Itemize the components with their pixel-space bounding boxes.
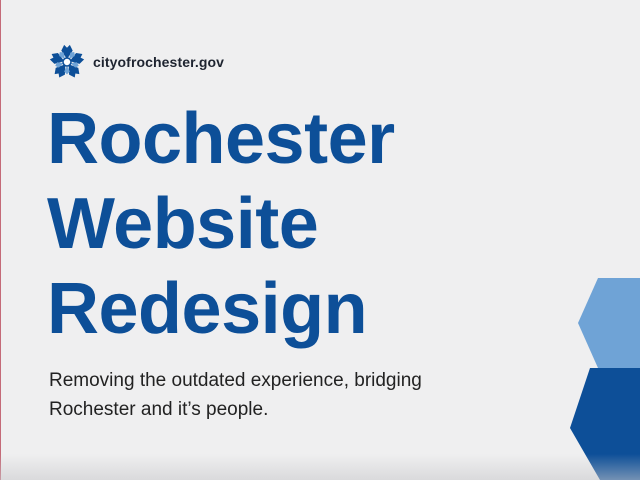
light-blue-hexagon (578, 278, 640, 368)
page-title: Rochester Website Redesign (47, 97, 567, 352)
left-edge-accent (0, 0, 1, 480)
tagline: Removing the outdated experience, bridgi… (49, 366, 519, 424)
title-line-3: Redesign (47, 269, 368, 349)
tagline-line-1: Removing the outdated experience, bridgi… (49, 370, 422, 391)
rochester-flower-logo-icon (49, 44, 85, 78)
bottom-fade (0, 454, 640, 480)
brand-header[interactable]: cityofrochester.gov (48, 43, 224, 81)
dark-blue-hexagon (570, 368, 640, 480)
title-line-2: Website (47, 184, 319, 264)
title-line-1: Rochester (47, 99, 395, 179)
site-domain-label: cityofrochester.gov (93, 54, 225, 70)
hexagon-decoration (570, 278, 640, 480)
tagline-line-2: Rochester and it’s people. (49, 399, 269, 420)
